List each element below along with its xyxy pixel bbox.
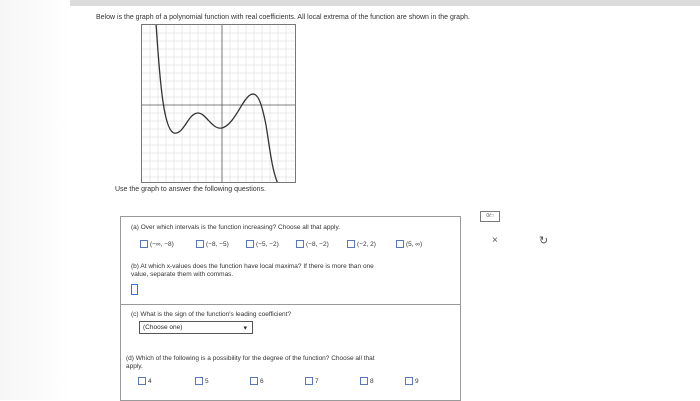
question-d-box: (d) Which of the following is a possibil… (120, 347, 461, 401)
question-b-box: (b) At which x-values does the function … (120, 257, 461, 305)
chevron-down-icon: ▾ (243, 325, 247, 332)
checkbox[interactable] (296, 240, 304, 248)
option-a-5[interactable]: (−2, 2) (347, 240, 376, 248)
question-c-text: (c) What is the sign of the function's l… (131, 311, 292, 318)
polynomial-graph (141, 22, 296, 185)
checkbox[interactable] (246, 240, 254, 248)
fraction-icon[interactable]: 0/□ (480, 211, 500, 222)
grid-lines (142, 25, 295, 182)
question-b-text-2: value, separate them with commas. (131, 271, 234, 278)
local-maxima-input[interactable] (131, 284, 138, 295)
graph-svg (142, 22, 295, 185)
checkbox[interactable] (347, 240, 355, 248)
option-a-2[interactable]: (−8, −5) (196, 240, 229, 248)
option-a-3[interactable]: (−5, −2) (246, 240, 279, 248)
intro-text: Below is the graph of a polynomial funct… (96, 14, 470, 21)
polynomial-curve (155, 22, 279, 185)
option-a-6[interactable]: (5, ∞) (396, 240, 422, 248)
checkbox[interactable] (195, 377, 203, 385)
question-a-box: (a) Over which intervals is the function… (120, 216, 461, 258)
clear-icon[interactable]: × (492, 235, 498, 246)
degree-option-5[interactable]: 5 (195, 377, 209, 385)
question-c-box: (c) What is the sign of the function's l… (120, 305, 461, 348)
checkbox[interactable] (396, 240, 404, 248)
checkbox[interactable] (405, 377, 413, 385)
option-a-1[interactable]: (−∞, −8) (140, 240, 174, 248)
checkbox[interactable] (138, 377, 146, 385)
undo-icon[interactable]: ↻ (539, 234, 548, 247)
select-value: (Choose one) (143, 324, 183, 331)
degree-option-8[interactable]: 8 (360, 377, 374, 385)
question-d-text-1: (d) Which of the following is a possibil… (126, 355, 375, 362)
checkbox[interactable] (305, 377, 313, 385)
option-a-4[interactable]: (−8, −2) (296, 240, 329, 248)
question-a-text: (a) Over which intervals is the function… (131, 224, 341, 231)
degree-option-9[interactable]: 9 (405, 377, 419, 385)
checkbox[interactable] (250, 377, 258, 385)
top-strip (0, 0, 700, 6)
instructions-text: Use the graph to answer the following qu… (115, 186, 266, 193)
degree-option-7[interactable]: 7 (305, 377, 319, 385)
checkbox[interactable] (196, 240, 204, 248)
degree-option-6[interactable]: 6 (250, 377, 264, 385)
left-edge-shadow (0, 0, 70, 400)
question-d-text-2: apply. (126, 363, 143, 370)
checkbox[interactable] (360, 377, 368, 385)
leading-coefficient-select[interactable]: (Choose one) ▾ (139, 321, 253, 334)
checkbox[interactable] (140, 240, 148, 248)
degree-option-4[interactable]: 4 (138, 377, 152, 385)
